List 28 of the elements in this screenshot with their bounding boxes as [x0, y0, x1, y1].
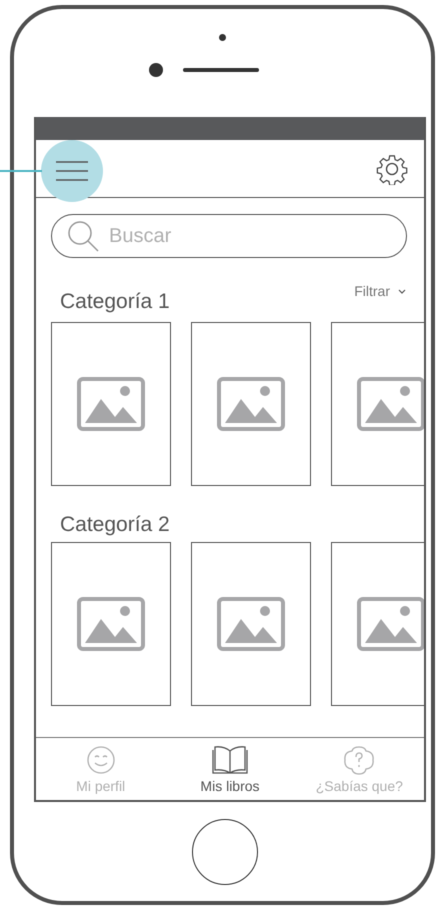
search-field[interactable]: Buscar	[51, 214, 407, 258]
menu-icon	[55, 160, 89, 180]
category-title: Categoría 2	[60, 513, 170, 537]
speaker-icon	[182, 68, 258, 72]
image-icon	[217, 377, 285, 431]
image-icon	[357, 597, 424, 651]
image-icon	[217, 597, 285, 651]
book-card[interactable]	[331, 542, 424, 706]
caret-icon	[398, 288, 406, 294]
home-button[interactable]	[192, 818, 258, 884]
tab[interactable]: Mis libros	[165, 738, 295, 800]
smiley-icon	[86, 744, 116, 774]
book-card[interactable]	[331, 322, 424, 486]
book-card[interactable]	[191, 322, 311, 486]
settings-icon[interactable]	[376, 152, 408, 184]
question-icon	[342, 744, 376, 774]
category-title: Categoría 1	[60, 290, 170, 314]
image-icon	[77, 377, 145, 431]
image-icon	[357, 377, 424, 431]
sensor-icon	[148, 63, 162, 77]
book-card[interactable]	[191, 542, 311, 706]
book-card[interactable]	[51, 542, 171, 706]
camera-icon	[219, 34, 226, 41]
search-icon	[66, 219, 100, 253]
image-icon	[77, 597, 145, 651]
book-icon	[212, 744, 248, 774]
filter-dropdown[interactable]: Filtrar	[354, 283, 406, 299]
book-card[interactable]	[51, 322, 171, 486]
